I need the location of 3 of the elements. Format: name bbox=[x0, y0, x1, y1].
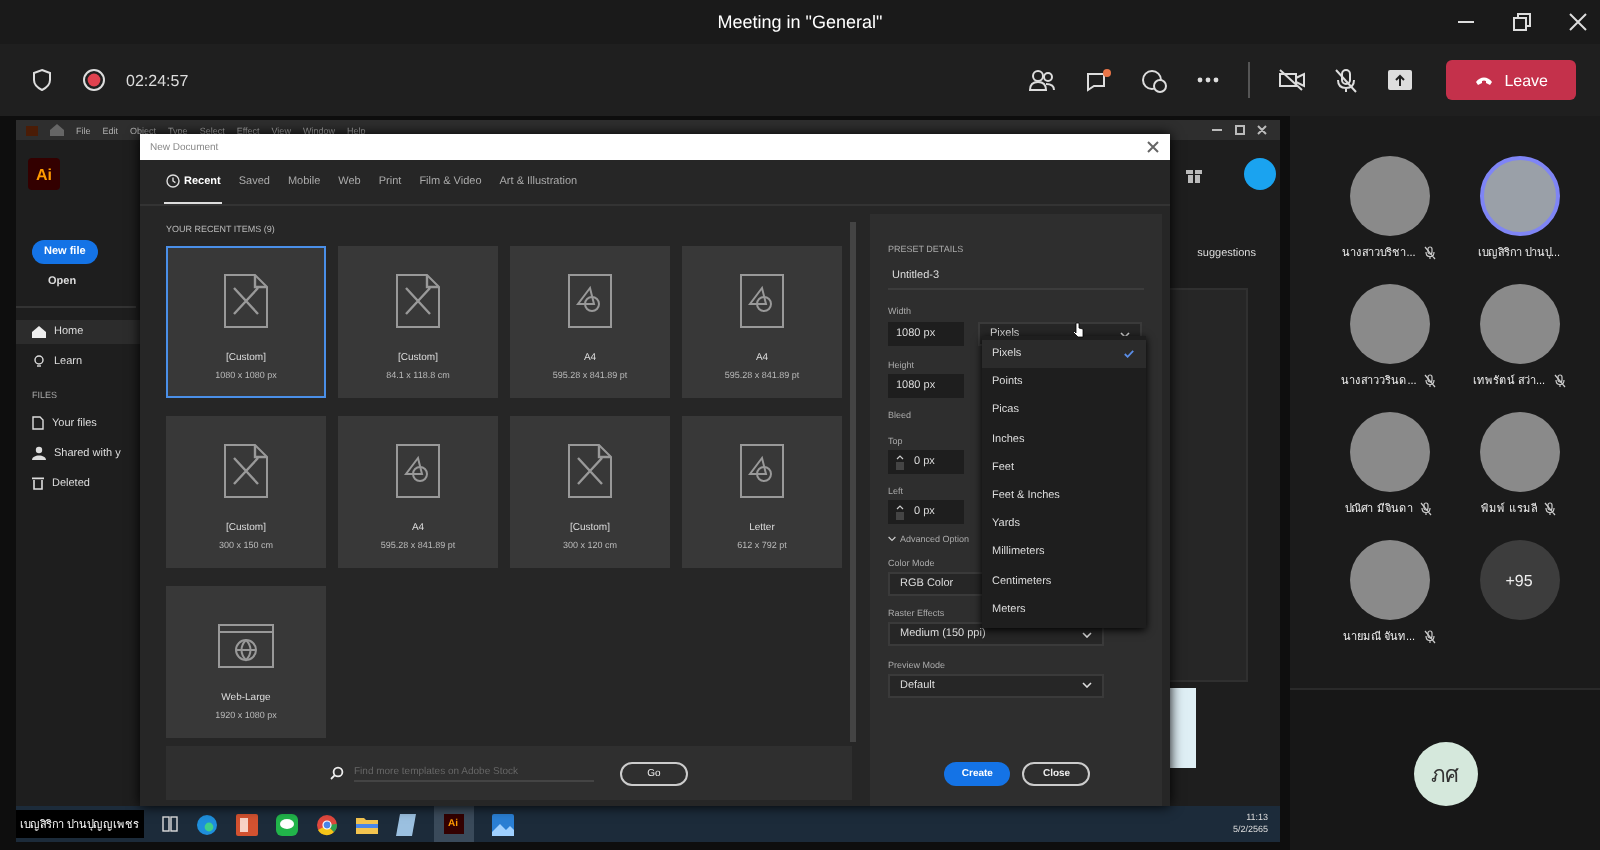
window-title: Meeting in "General" bbox=[717, 12, 883, 32]
meeting-timer: 02:24:57 bbox=[126, 71, 189, 89]
app-logo: Ai bbox=[28, 158, 60, 190]
